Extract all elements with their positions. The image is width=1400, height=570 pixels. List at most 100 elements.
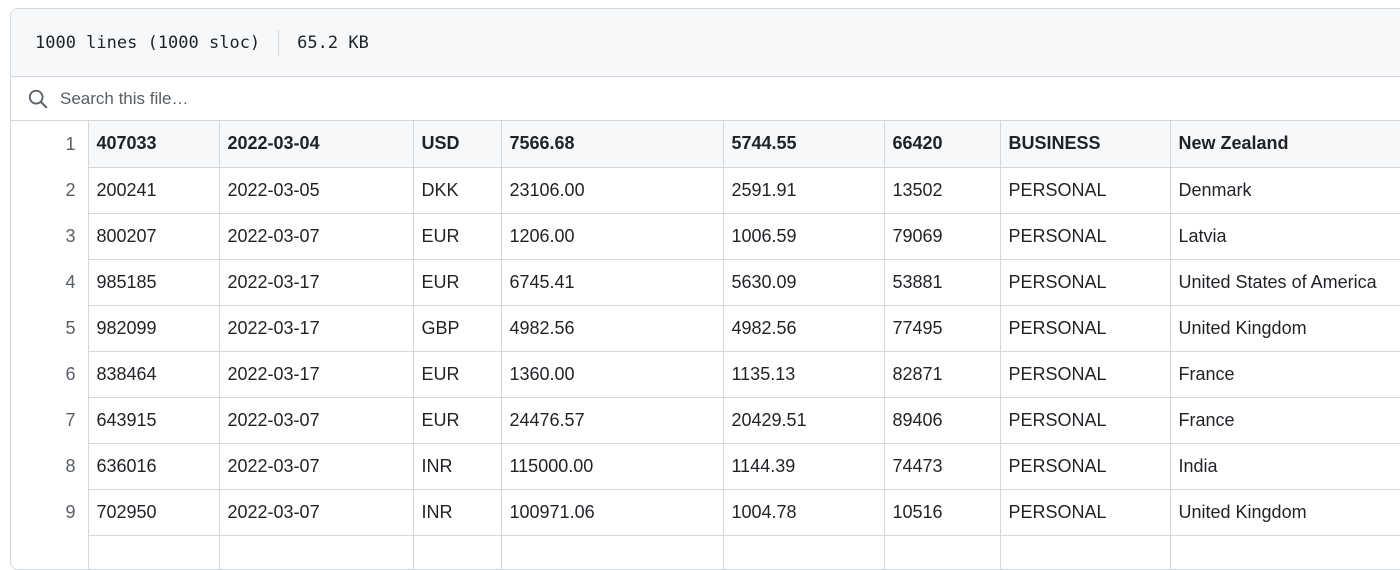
csv-table: 1 407033 2022-03-04 USD 7566.68 5744.55 66420 B…	[11, 121, 1400, 569]
table-cell: USD	[412, 121, 502, 168]
table-cell: PERSONAL	[999, 304, 1171, 352]
table-cell: 79069	[883, 212, 1001, 260]
line-number[interactable]: 9	[11, 489, 89, 535]
table-cell: India	[1169, 442, 1400, 490]
table-cell: 2022-03-07	[218, 212, 414, 260]
line-number[interactable]: 4	[11, 259, 89, 305]
table-cell: 2022-03-05	[218, 166, 414, 214]
line-count: 1000 lines (1000 sloc)	[35, 32, 261, 53]
table-cell: United Kingdom	[1169, 488, 1400, 536]
table-cell: 838464	[87, 350, 220, 398]
table-cell: PERSONAL	[999, 166, 1171, 214]
table-cell: 982099	[87, 304, 220, 352]
table-cell	[500, 534, 724, 569]
table-row: 5 982099 2022-03-17 GBP 4982.56 4982.56 77495 P…	[11, 304, 1400, 352]
table-cell	[883, 534, 1001, 569]
table-row: 9 702950 2022-03-07 INR 100971.06 1004.78 1051…	[11, 488, 1400, 536]
file-info-bar: 1000 lines (1000 sloc) 65.2 KB	[11, 9, 1400, 77]
search-input[interactable]	[60, 88, 660, 109]
table-cell: EUR	[412, 258, 502, 306]
table-row: 4 985185 2022-03-17 EUR 6745.41 5630.09 53881 P…	[11, 258, 1400, 306]
table-cell: 2022-03-04	[218, 121, 414, 168]
line-number[interactable]: 6	[11, 351, 89, 397]
line-number[interactable]	[11, 535, 89, 569]
line-number[interactable]: 5	[11, 305, 89, 351]
file-viewer: 1000 lines (1000 sloc) 65.2 KB 140703320…	[10, 8, 1400, 570]
table-cell: United Kingdom	[1169, 304, 1400, 352]
table-cell: 1144.39	[722, 442, 885, 490]
line-number[interactable]: 7	[11, 397, 89, 443]
table-cell: 4982.56	[722, 304, 885, 352]
table-cell: 2022-03-17	[218, 258, 414, 306]
table-cell: PERSONAL	[999, 488, 1171, 536]
table-cell	[722, 534, 885, 569]
table-cell: 985185	[87, 258, 220, 306]
table-cell: 10516	[883, 488, 1001, 536]
table-cell: France	[1169, 350, 1400, 398]
search-bar	[11, 77, 1400, 121]
table-cell	[1169, 534, 1400, 569]
table-cell: 13502	[883, 166, 1001, 214]
table-cell: 7566.68	[500, 121, 724, 168]
table-cell: 89406	[883, 396, 1001, 444]
table-cell: 6745.41	[500, 258, 724, 306]
file-size: 65.2 KB	[297, 32, 369, 53]
table-cell: 53881	[883, 258, 1001, 306]
line-number[interactable]: 2	[11, 167, 89, 213]
table-cell: 407033	[87, 121, 220, 168]
table-cell: 4982.56	[500, 304, 724, 352]
table-cell	[412, 534, 502, 569]
table-cell: 2022-03-07	[218, 396, 414, 444]
table-cell: 23106.00	[500, 166, 724, 214]
table-cell: PERSONAL	[999, 396, 1171, 444]
table-cell: EUR	[412, 350, 502, 398]
table-cell: EUR	[412, 396, 502, 444]
table-cell: 1004.78	[722, 488, 885, 536]
table-cell: PERSONAL	[999, 212, 1171, 260]
table-cell: 2022-03-07	[218, 488, 414, 536]
table-cell	[87, 534, 220, 569]
table-cell: 643915	[87, 396, 220, 444]
table-row: 6 838464 2022-03-17 EUR 1360.00 1135.13 82871 P…	[11, 350, 1400, 398]
table-cell: 100971.06	[500, 488, 724, 536]
table-cell	[218, 534, 414, 569]
table-cell: United States of America	[1169, 258, 1400, 306]
table-cell: 1206.00	[500, 212, 724, 260]
table-cell: PERSONAL	[999, 258, 1171, 306]
divider	[278, 29, 280, 56]
table-cell: 77495	[883, 304, 1001, 352]
table-cell: EUR	[412, 212, 502, 260]
line-number[interactable]: 8	[11, 443, 89, 489]
table-cell: 2022-03-17	[218, 304, 414, 352]
table-cell: 20429.51	[722, 396, 885, 444]
line-number[interactable]: 1	[11, 121, 89, 167]
table-cell: 1360.00	[500, 350, 724, 398]
table-cell: 74473	[883, 442, 1001, 490]
line-number[interactable]: 3	[11, 213, 89, 259]
search-icon	[28, 89, 48, 108]
table-cell: 702950	[87, 488, 220, 536]
table-row: 7 643915 2022-03-07 EUR 24476.57 20429.51 8940…	[11, 396, 1400, 444]
table-cell: 2022-03-17	[218, 350, 414, 398]
table-cell: 24476.57	[500, 396, 724, 444]
table-cell: 200241	[87, 166, 220, 214]
table-cell: 5630.09	[722, 258, 885, 306]
table-cell: INR	[412, 488, 502, 536]
table-cell: 636016	[87, 442, 220, 490]
table-cell: PERSONAL	[999, 442, 1171, 490]
table-cell: 800207	[87, 212, 220, 260]
table-cell: INR	[412, 442, 502, 490]
table-cell: PERSONAL	[999, 350, 1171, 398]
table-cell: GBP	[412, 304, 502, 352]
table-row: 2 200241 2022-03-05 DKK 23106.00 2591.91 13502…	[11, 166, 1400, 214]
table-cell: DKK	[412, 166, 502, 214]
table-cell: 82871	[883, 350, 1001, 398]
table-cell: New Zealand	[1169, 121, 1400, 168]
table-cell: Latvia	[1169, 212, 1400, 260]
table-cell: 115000.00	[500, 442, 724, 490]
table-row: 8 636016 2022-03-07 INR 115000.00 1144.39 7447…	[11, 442, 1400, 490]
table-cell: Denmark	[1169, 166, 1400, 214]
table-row	[11, 534, 1400, 569]
table-cell: France	[1169, 396, 1400, 444]
table-cell: 66420	[883, 121, 1001, 168]
